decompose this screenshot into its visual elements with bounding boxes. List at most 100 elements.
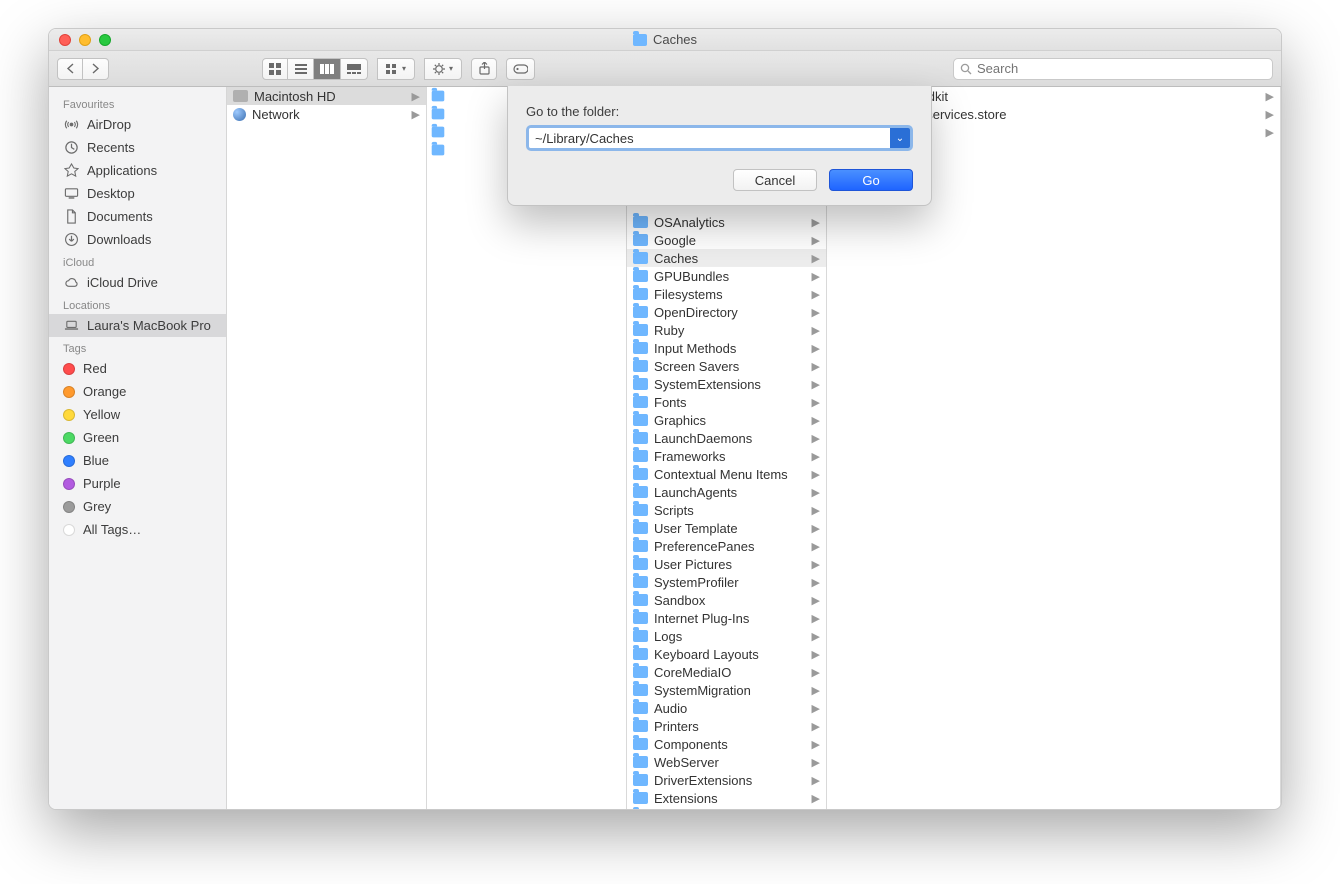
chevron-right-icon: ▶ bbox=[812, 432, 820, 445]
list-item[interactable]: Input Methods▶ bbox=[627, 339, 826, 357]
share-button[interactable] bbox=[471, 58, 497, 80]
list-item[interactable]: OSAnalytics▶ bbox=[627, 213, 826, 231]
sidebar-item-applications[interactable]: Applications bbox=[49, 159, 226, 182]
minimize-window-button[interactable] bbox=[79, 34, 91, 46]
sidebar-tag-red[interactable]: Red bbox=[49, 357, 226, 380]
sidebar-tag-all-tags-[interactable]: All Tags… bbox=[49, 518, 226, 541]
dialog-buttons: Cancel Go bbox=[526, 169, 913, 191]
list-item[interactable]: Sandbox▶ bbox=[627, 591, 826, 609]
list-item-label: LaunchAgents bbox=[654, 485, 806, 500]
sidebar-item-laura-s-macbook-pro[interactable]: Laura's MacBook Pro bbox=[49, 314, 226, 337]
sidebar-tag-yellow[interactable]: Yellow bbox=[49, 403, 226, 426]
sidebar-item-icloud-drive[interactable]: iCloud Drive bbox=[49, 271, 226, 294]
chevron-left-icon bbox=[66, 63, 75, 74]
gallery-icon bbox=[347, 64, 361, 74]
sidebar-tag-orange[interactable]: Orange bbox=[49, 380, 226, 403]
folder-path-dropdown[interactable]: ⌄ bbox=[890, 128, 910, 148]
sidebar-item-desktop[interactable]: Desktop bbox=[49, 182, 226, 205]
list-item[interactable]: Scripts▶ bbox=[627, 501, 826, 519]
list-item[interactable]: Screen Savers▶ bbox=[627, 357, 826, 375]
list-item[interactable]: CoreMediaIO▶ bbox=[627, 663, 826, 681]
sidebar-item-label: Desktop bbox=[87, 186, 135, 201]
list-item[interactable]: Printers▶ bbox=[627, 717, 826, 735]
list-item[interactable]: SystemMigration▶ bbox=[627, 681, 826, 699]
sidebar-tag-green[interactable]: Green bbox=[49, 426, 226, 449]
list-item[interactable]: SystemExtensions▶ bbox=[627, 375, 826, 393]
list-item[interactable]: Components▶ bbox=[627, 735, 826, 753]
list-item-label: Extensions bbox=[654, 791, 806, 806]
gear-icon bbox=[433, 63, 445, 75]
sidebar-item-downloads[interactable]: Downloads bbox=[49, 228, 226, 251]
list-item[interactable]: Filesystems▶ bbox=[627, 285, 826, 303]
zoom-window-button[interactable] bbox=[99, 34, 111, 46]
list-item[interactable]: Graphics▶ bbox=[627, 411, 826, 429]
sidebar-item-airdrop[interactable]: AirDrop bbox=[49, 113, 226, 136]
view-gallery-button[interactable] bbox=[341, 58, 368, 80]
folder-path-input[interactable] bbox=[529, 128, 890, 148]
list-item[interactable]: Caches▶ bbox=[627, 249, 826, 267]
folder-icon bbox=[633, 450, 648, 462]
view-list-button[interactable] bbox=[288, 58, 314, 80]
list-item[interactable]: Speech▶ bbox=[627, 807, 826, 809]
go-button[interactable]: Go bbox=[829, 169, 913, 191]
list-item[interactable]: Ruby▶ bbox=[627, 321, 826, 339]
list-item[interactable]: WebServer▶ bbox=[627, 753, 826, 771]
forward-button[interactable] bbox=[83, 58, 109, 80]
sidebar-item-label: Applications bbox=[87, 163, 157, 178]
list-item[interactable]: User Pictures▶ bbox=[627, 555, 826, 573]
search-field[interactable] bbox=[953, 58, 1273, 80]
list-item-label: DriverExtensions bbox=[654, 773, 806, 788]
cancel-button[interactable]: Cancel bbox=[733, 169, 817, 191]
list-item[interactable]: Network▶ bbox=[227, 105, 426, 123]
chevron-right-icon: ▶ bbox=[812, 666, 820, 679]
chevron-right-icon: ▶ bbox=[412, 108, 420, 121]
list-item-label: User Pictures bbox=[654, 557, 806, 572]
view-columns-button[interactable] bbox=[314, 58, 341, 80]
sidebar-tag-blue[interactable]: Blue bbox=[49, 449, 226, 472]
folder-icon bbox=[633, 34, 647, 46]
back-button[interactable] bbox=[57, 58, 83, 80]
desktop-icon bbox=[63, 186, 79, 201]
chevron-right-icon: ▶ bbox=[812, 738, 820, 751]
action-button[interactable]: ▾ bbox=[424, 58, 462, 80]
sidebar-tag-grey[interactable]: Grey bbox=[49, 495, 226, 518]
list-item-label: Input Methods bbox=[654, 341, 806, 356]
list-item[interactable]: Fonts▶ bbox=[627, 393, 826, 411]
list-item[interactable]: GPUBundles▶ bbox=[627, 267, 826, 285]
chevron-right-icon: ▶ bbox=[812, 450, 820, 463]
sidebar-item-label: Green bbox=[83, 430, 119, 445]
list-item[interactable]: Macintosh HD▶ bbox=[227, 87, 426, 105]
list-item[interactable]: Extensions▶ bbox=[627, 789, 826, 807]
column-1[interactable]: Macintosh HD▶Network▶ bbox=[227, 87, 427, 809]
list-item[interactable]: Internet Plug-Ins▶ bbox=[627, 609, 826, 627]
list-item-label: Fonts bbox=[654, 395, 806, 410]
sidebar-tag-purple[interactable]: Purple bbox=[49, 472, 226, 495]
list-item[interactable]: Google▶ bbox=[627, 231, 826, 249]
list-item-label: Logs bbox=[654, 629, 806, 644]
sidebar-item-documents[interactable]: Documents bbox=[49, 205, 226, 228]
folder-path-combo[interactable]: ⌄ bbox=[526, 125, 913, 151]
tags-button[interactable] bbox=[506, 58, 535, 80]
list-item[interactable]: Keyboard Layouts▶ bbox=[627, 645, 826, 663]
list-item[interactable]: Logs▶ bbox=[627, 627, 826, 645]
view-icons-button[interactable] bbox=[262, 58, 288, 80]
list-item[interactable]: DriverExtensions▶ bbox=[627, 771, 826, 789]
list-item[interactable]: Contextual Menu Items▶ bbox=[627, 465, 826, 483]
arrange-group: ▾ bbox=[377, 58, 415, 80]
list-item[interactable]: OpenDirectory▶ bbox=[627, 303, 826, 321]
list-item[interactable]: LaunchAgents▶ bbox=[627, 483, 826, 501]
list-item[interactable]: User Template▶ bbox=[627, 519, 826, 537]
title-bar: Caches bbox=[49, 29, 1281, 51]
close-window-button[interactable] bbox=[59, 34, 71, 46]
list-item-label: SystemExtensions bbox=[654, 377, 806, 392]
folder-icon bbox=[633, 522, 648, 534]
arrange-button[interactable]: ▾ bbox=[377, 58, 415, 80]
list-item[interactable]: Audio▶ bbox=[627, 699, 826, 717]
list-item[interactable]: LaunchDaemons▶ bbox=[627, 429, 826, 447]
list-item[interactable]: SystemProfiler▶ bbox=[627, 573, 826, 591]
sidebar-item-recents[interactable]: Recents bbox=[49, 136, 226, 159]
search-input[interactable] bbox=[977, 61, 1266, 76]
list-item[interactable]: PreferencePanes▶ bbox=[627, 537, 826, 555]
list-item-label: Contextual Menu Items bbox=[654, 467, 806, 482]
list-item[interactable]: Frameworks▶ bbox=[627, 447, 826, 465]
